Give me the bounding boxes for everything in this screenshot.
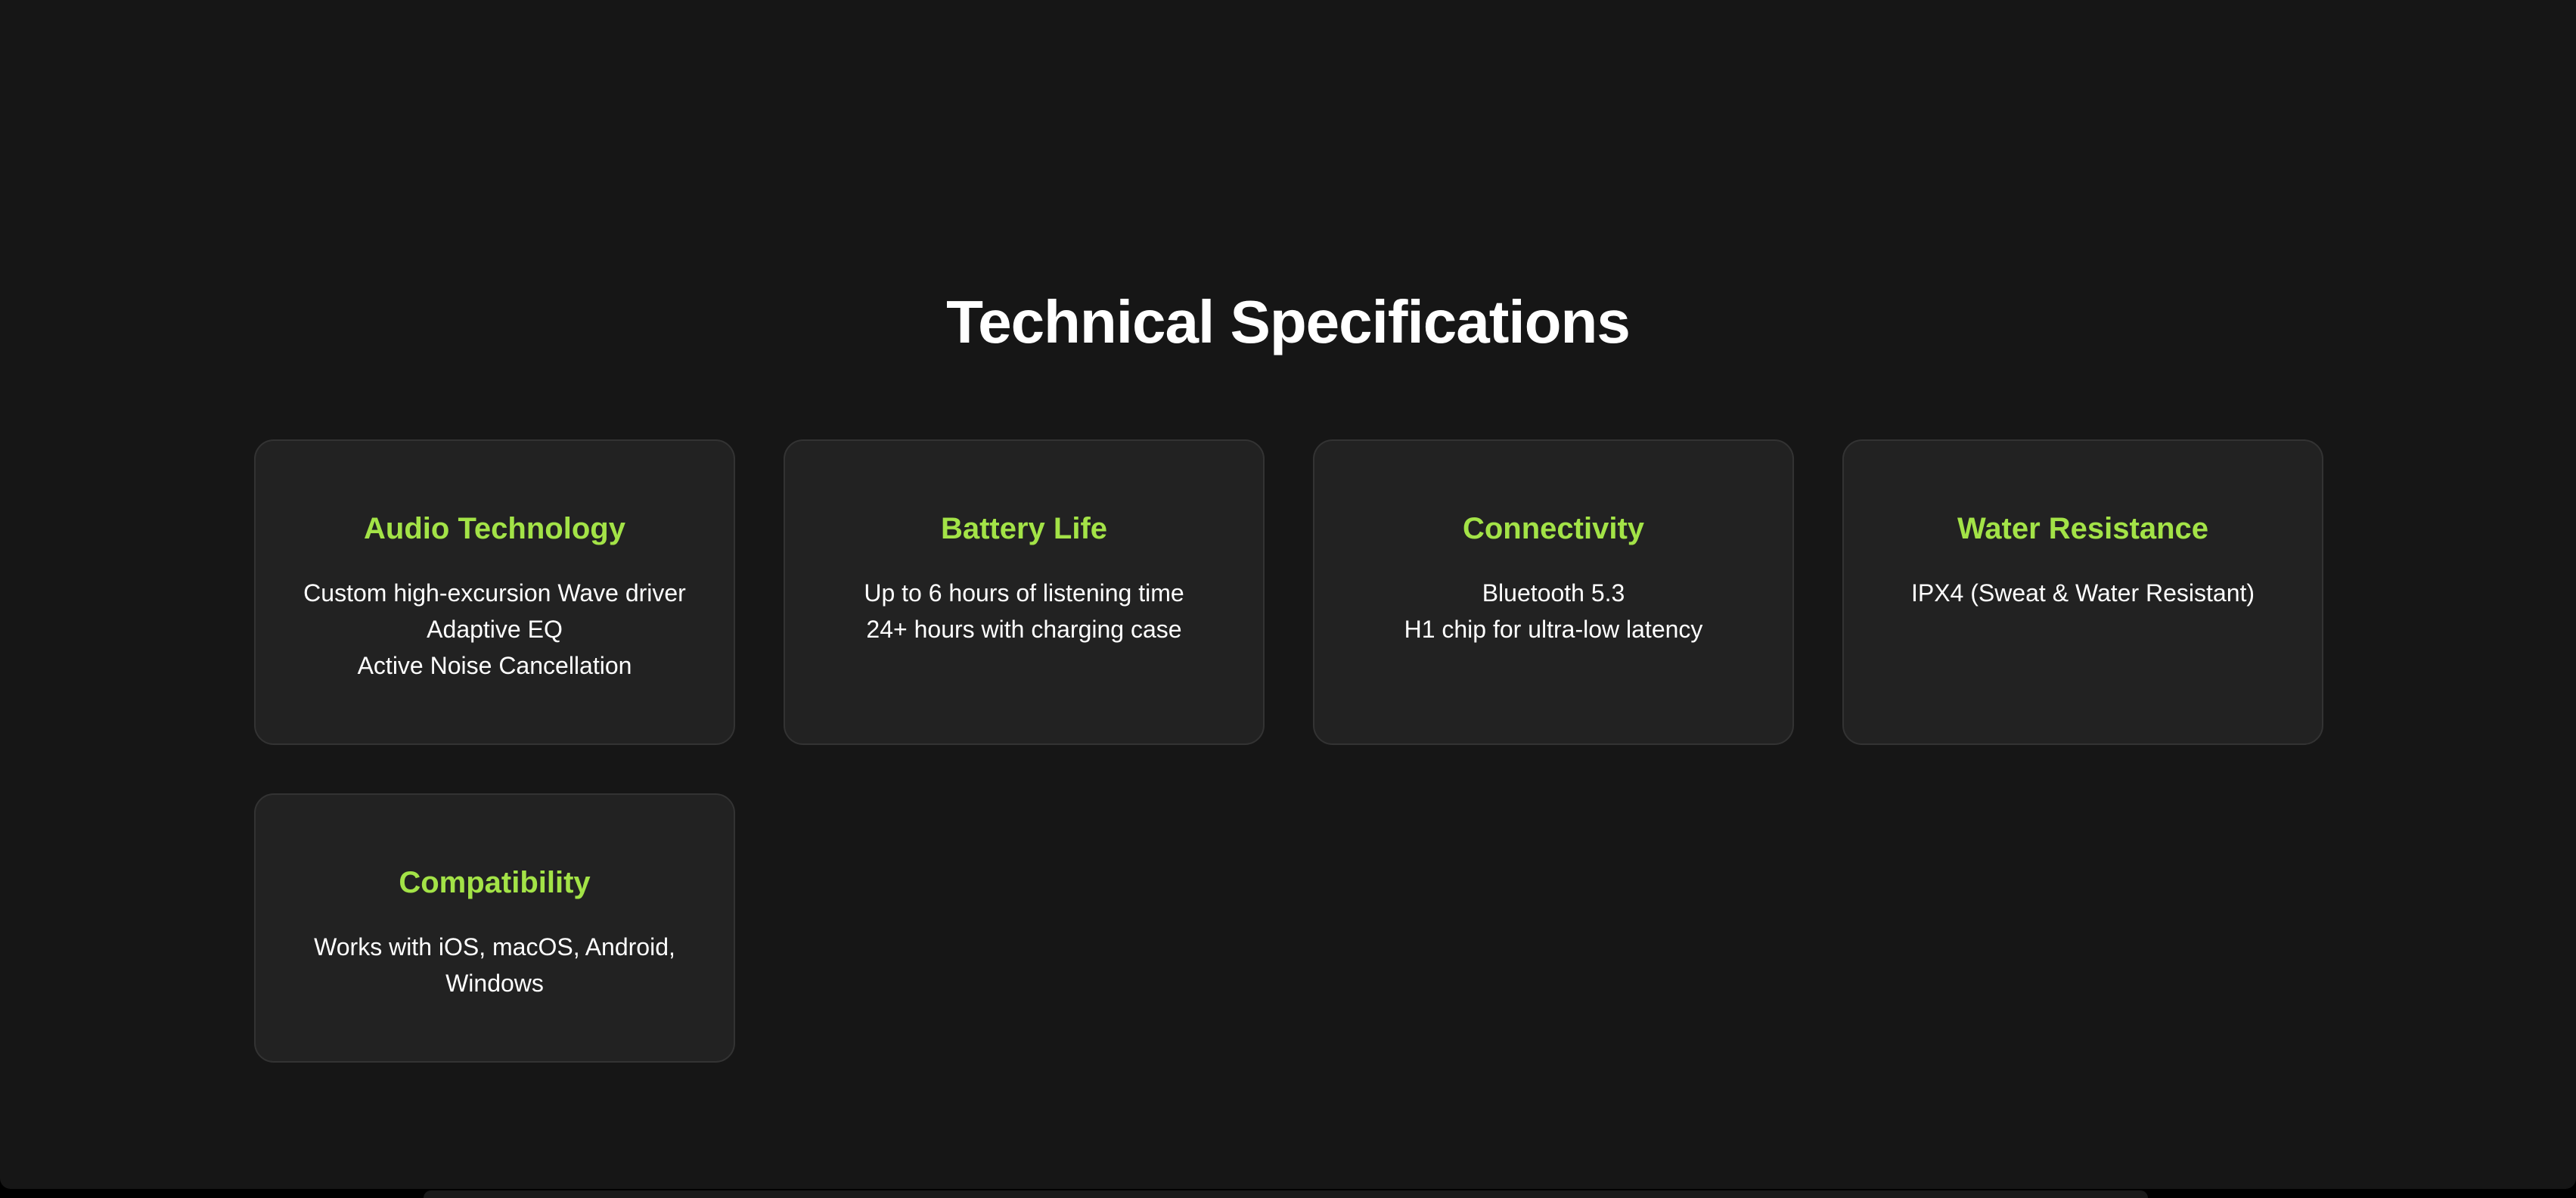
spec-card-compatibility: Compatibility Works with iOS, macOS, And…: [254, 793, 735, 1063]
spec-card-line: Custom high-excursion Wave driver: [303, 579, 686, 607]
spec-card-title: Compatibility: [399, 866, 591, 899]
spec-card-line: Up to 6 hours of listening time: [864, 579, 1184, 607]
section-title: Technical Specifications: [946, 288, 1631, 355]
spec-card-line: H1 chip for ultra-low latency: [1404, 616, 1703, 643]
spec-card-title: Water Resistance: [1957, 512, 2208, 545]
spec-card-line: Bluetooth 5.3: [1482, 579, 1625, 607]
page-background: Technical Specifications Audio Technolog…: [0, 0, 2576, 1189]
spec-card-line: Active Noise Cancellation: [357, 652, 632, 679]
spec-card-water-resistance: Water Resistance IPX4 (Sweat & Water Res…: [1842, 439, 2323, 745]
spec-card-line: Works with iOS, macOS, Android, Windows: [314, 933, 675, 997]
bottom-window-edge: [424, 1190, 2148, 1198]
spec-card-line: Adaptive EQ: [427, 616, 563, 643]
spec-card-line: 24+ hours with charging case: [866, 616, 1182, 643]
spec-card-line: IPX4 (Sweat & Water Resistant): [1910, 579, 2255, 607]
spec-card-title: Battery Life: [940, 512, 1108, 545]
spec-card-battery-life: Battery Life Up to 6 hours of listening …: [784, 439, 1265, 745]
spec-card-audio-technology: Audio Technology Custom high-excursion W…: [254, 439, 735, 745]
spec-card-title: Audio Technology: [364, 512, 625, 545]
spec-card-connectivity: Connectivity Bluetooth 5.3 H1 chip for u…: [1313, 439, 1794, 745]
spec-card-title: Connectivity: [1462, 512, 1645, 545]
